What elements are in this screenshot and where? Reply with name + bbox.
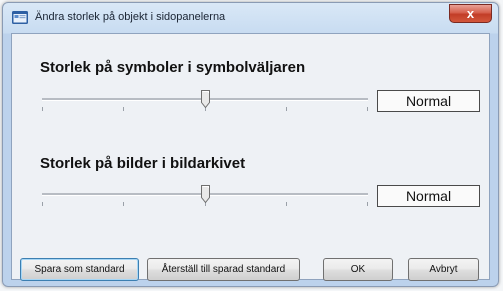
app-icon	[12, 11, 28, 24]
save-as-default-button[interactable]: Spara som standard	[20, 258, 139, 281]
slider-thumb[interactable]	[201, 185, 210, 203]
slider-tick	[286, 107, 287, 111]
slider-thumb[interactable]	[201, 90, 210, 108]
slider-tick	[286, 202, 287, 206]
image-size-label: Storlek på bilder i bildarkivet	[40, 155, 246, 172]
restore-default-button[interactable]: Återställ till sparad standard	[147, 258, 300, 281]
slider-tick	[42, 107, 43, 111]
dialog-window: Ändra storlek på objekt i sidopanelerna …	[2, 2, 499, 287]
title-bar[interactable]: Ändra storlek på objekt i sidopanelerna …	[3, 3, 498, 33]
window-title: Ändra storlek på objekt i sidopanelerna	[35, 11, 226, 23]
slider-tick	[123, 107, 124, 111]
dialog-content: Storlek på symboler i symbolväljaren Nor…	[11, 33, 490, 281]
slider-tick	[123, 202, 124, 206]
close-button[interactable]: x	[449, 4, 492, 23]
ok-button[interactable]: OK	[323, 258, 393, 281]
image-size-value: Normal	[377, 185, 480, 207]
cancel-button[interactable]: Avbryt	[408, 258, 479, 281]
slider-tick	[42, 202, 43, 206]
slider-tick	[367, 202, 368, 206]
symbol-size-value: Normal	[377, 90, 480, 112]
symbol-size-label: Storlek på symboler i symbolväljaren	[40, 59, 306, 76]
slider-tick	[367, 107, 368, 111]
